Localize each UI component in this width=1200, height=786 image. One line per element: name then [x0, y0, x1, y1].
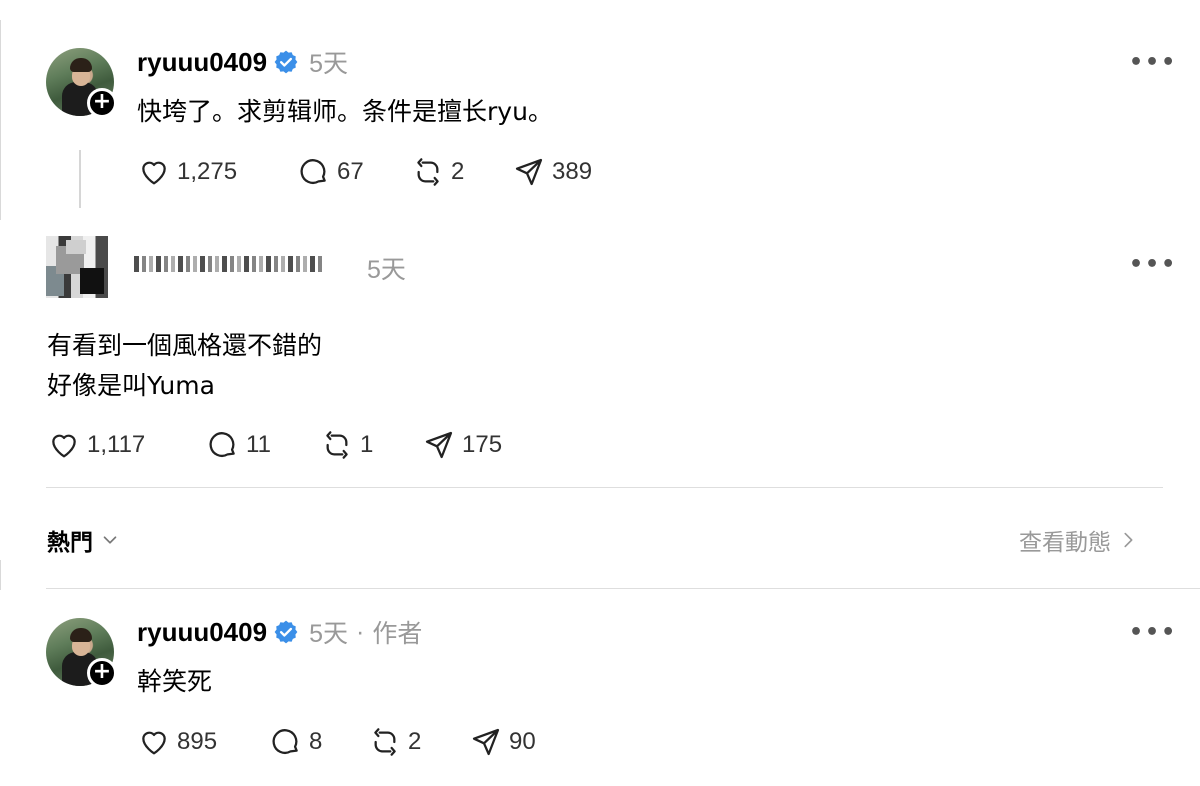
divider [46, 588, 1200, 589]
comment-button[interactable]: 67 [297, 156, 364, 188]
heart-icon [142, 731, 166, 755]
username-blurred[interactable] [134, 256, 324, 272]
chevron-down-icon [103, 536, 117, 544]
username[interactable]: ryuuu0409 [137, 47, 267, 78]
post-text: 幹笑死 [137, 667, 213, 696]
comment-count: 67 [337, 158, 364, 185]
chevron-right-icon [1124, 532, 1133, 548]
post-text-line-2: 好像是叫Yuma [47, 371, 215, 400]
more-options-button[interactable]: ••• [1129, 620, 1177, 645]
share-icon [425, 431, 453, 459]
repost-count: 2 [451, 158, 465, 185]
share-icon [472, 728, 500, 756]
comment-icon [272, 729, 298, 754]
thread-line [79, 150, 81, 208]
comment-icon [300, 159, 326, 184]
like-button[interactable]: 895 [137, 726, 217, 758]
post-time: 5天 [309, 620, 348, 648]
repost-icon [417, 158, 439, 186]
repost-button[interactable]: 2 [368, 726, 421, 758]
like-button[interactable]: 1,117 [47, 429, 145, 461]
repost-count: 1 [360, 431, 374, 458]
share-button[interactable]: 90 [469, 726, 536, 758]
share-button[interactable]: 389 [512, 156, 592, 188]
verified-icon [274, 620, 298, 644]
view-activity-link[interactable]: 查看動態 [1019, 523, 1139, 557]
avatar-pixelated[interactable] [46, 236, 108, 298]
username[interactable]: ryuuu0409 [137, 617, 267, 648]
share-icon [515, 158, 543, 186]
heart-icon [142, 161, 166, 185]
follow-plus-icon[interactable]: + [87, 88, 117, 118]
like-count: 1,275 [177, 158, 238, 185]
left-edge-line [0, 20, 1, 220]
repost-button[interactable]: 1 [320, 429, 373, 461]
more-options-button[interactable]: ••• [1129, 50, 1177, 75]
sort-dropdown[interactable]: 熱門 [47, 523, 121, 557]
post-time: 5天 [367, 256, 406, 284]
post-time: 5天 [309, 50, 348, 78]
verified-icon [274, 50, 298, 74]
heart-icon [52, 434, 76, 458]
separator-dot: · [355, 617, 365, 646]
share-count: 90 [509, 728, 536, 755]
like-button[interactable]: 1,275 [137, 156, 237, 188]
author-tag: 作者 [372, 620, 423, 648]
comment-count: 11 [246, 431, 271, 458]
post-text-line-1: 有看到一個風格還不錯的 [47, 331, 323, 360]
more-options-button[interactable]: ••• [1129, 252, 1177, 277]
view-activity-label: 查看動態 [1019, 530, 1111, 556]
like-count: 1,117 [87, 431, 146, 458]
share-button[interactable]: 175 [422, 429, 502, 461]
share-count: 175 [462, 431, 503, 458]
comment-button[interactable]: 8 [269, 726, 322, 758]
like-count: 895 [177, 728, 218, 755]
comment-button[interactable]: 11 [206, 429, 271, 461]
left-edge-line-lower [0, 560, 1, 590]
repost-icon [326, 431, 348, 459]
share-count: 389 [552, 158, 593, 185]
repost-button[interactable]: 2 [411, 156, 464, 188]
divider [46, 487, 1163, 488]
post-text: 快垮了。求剪辑师。条件是擅长ryu。 [137, 97, 553, 126]
comment-icon [209, 432, 235, 457]
sort-label: 熱門 [47, 530, 93, 556]
repost-count: 2 [408, 728, 422, 755]
follow-plus-icon[interactable]: + [87, 658, 117, 688]
comment-count: 8 [309, 728, 323, 755]
repost-icon [374, 728, 396, 756]
